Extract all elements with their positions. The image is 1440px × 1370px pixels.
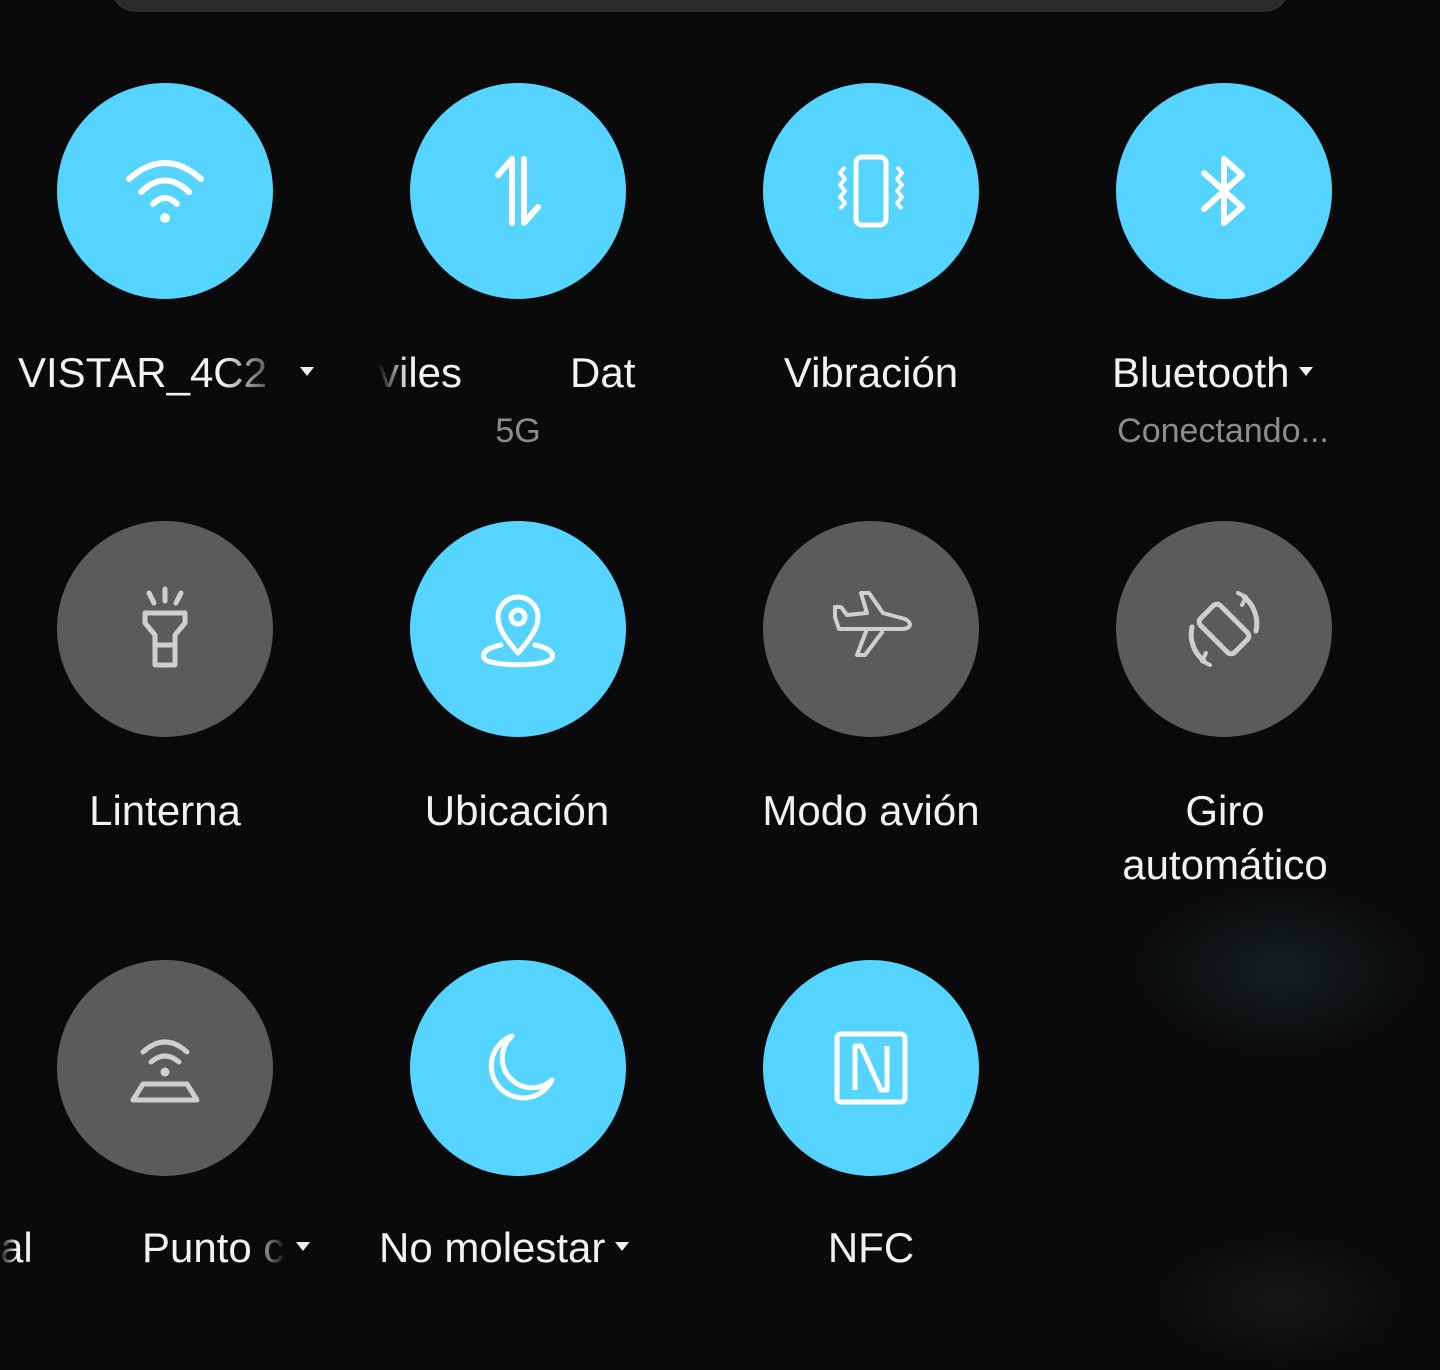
hotspot-label-text: Punto c xyxy=(142,1224,285,1271)
bluetooth-label-text: Bluetooth xyxy=(1112,349,1290,396)
rotate-icon xyxy=(1188,591,1260,667)
mobile-data-label-right: Dat xyxy=(570,349,636,396)
do-not-disturb-label-text: No molestar xyxy=(379,1224,606,1271)
do-not-disturb-label[interactable]: No molestar xyxy=(379,1222,630,1274)
hotspot-label-left: al xyxy=(0,1224,33,1271)
mobile-data-label-left: viles xyxy=(378,349,463,396)
do-not-disturb-toggle[interactable] xyxy=(410,960,626,1176)
auto-rotate-toggle[interactable] xyxy=(1116,521,1332,737)
data-arrows-icon xyxy=(495,156,541,226)
location-toggle[interactable] xyxy=(410,521,626,737)
nfc-icon xyxy=(834,1031,908,1105)
location-icon xyxy=(481,594,555,668)
chevron-down-icon[interactable] xyxy=(615,1242,630,1252)
chevron-down-icon[interactable] xyxy=(1299,367,1314,377)
hotspot-icon xyxy=(130,1039,200,1103)
chevron-down-icon[interactable] xyxy=(300,367,314,377)
bluetooth-status: Conectando... xyxy=(1117,412,1329,450)
wifi-icon xyxy=(126,160,204,223)
vibration-icon xyxy=(838,154,904,228)
wifi-network-name: VISTAR_4C2 xyxy=(18,349,267,396)
moon-icon xyxy=(488,1033,555,1101)
bluetooth-label[interactable]: Bluetooth xyxy=(1112,347,1314,399)
auto-rotate-label-line2: automático xyxy=(1122,841,1328,888)
auto-rotate-label-line1: Giro xyxy=(1185,787,1265,834)
bluetooth-icon xyxy=(1201,156,1245,226)
bluetooth-toggle[interactable] xyxy=(1116,83,1332,299)
airplane-toggle[interactable] xyxy=(763,521,979,737)
nfc-toggle[interactable] xyxy=(763,960,979,1176)
wifi-toggle[interactable] xyxy=(57,83,273,299)
hotspot-toggle[interactable] xyxy=(57,960,273,1176)
nfc-label: NFC xyxy=(827,1224,915,1271)
flashlight-toggle[interactable] xyxy=(57,521,273,737)
flashlight-label: Linterna xyxy=(89,787,241,834)
background-glow xyxy=(1130,880,1430,1060)
background-glow xyxy=(1150,1230,1410,1370)
location-label: Ubicación xyxy=(424,787,610,834)
airplane-icon xyxy=(833,591,912,657)
airplane-label: Modo avión xyxy=(762,787,980,834)
vibration-toggle[interactable] xyxy=(763,83,979,299)
wifi-label[interactable]: VISTAR_4C2 xyxy=(18,347,314,399)
brightness-bar[interactable] xyxy=(110,0,1290,12)
chevron-down-icon[interactable] xyxy=(296,1242,310,1252)
mobile-data-sublabel: 5G xyxy=(495,412,541,450)
hotspot-label[interactable]: Punto c xyxy=(142,1222,310,1274)
mobile-data-toggle[interactable] xyxy=(410,83,626,299)
vibration-label: Vibración xyxy=(783,349,959,396)
flashlight-icon xyxy=(142,586,188,668)
